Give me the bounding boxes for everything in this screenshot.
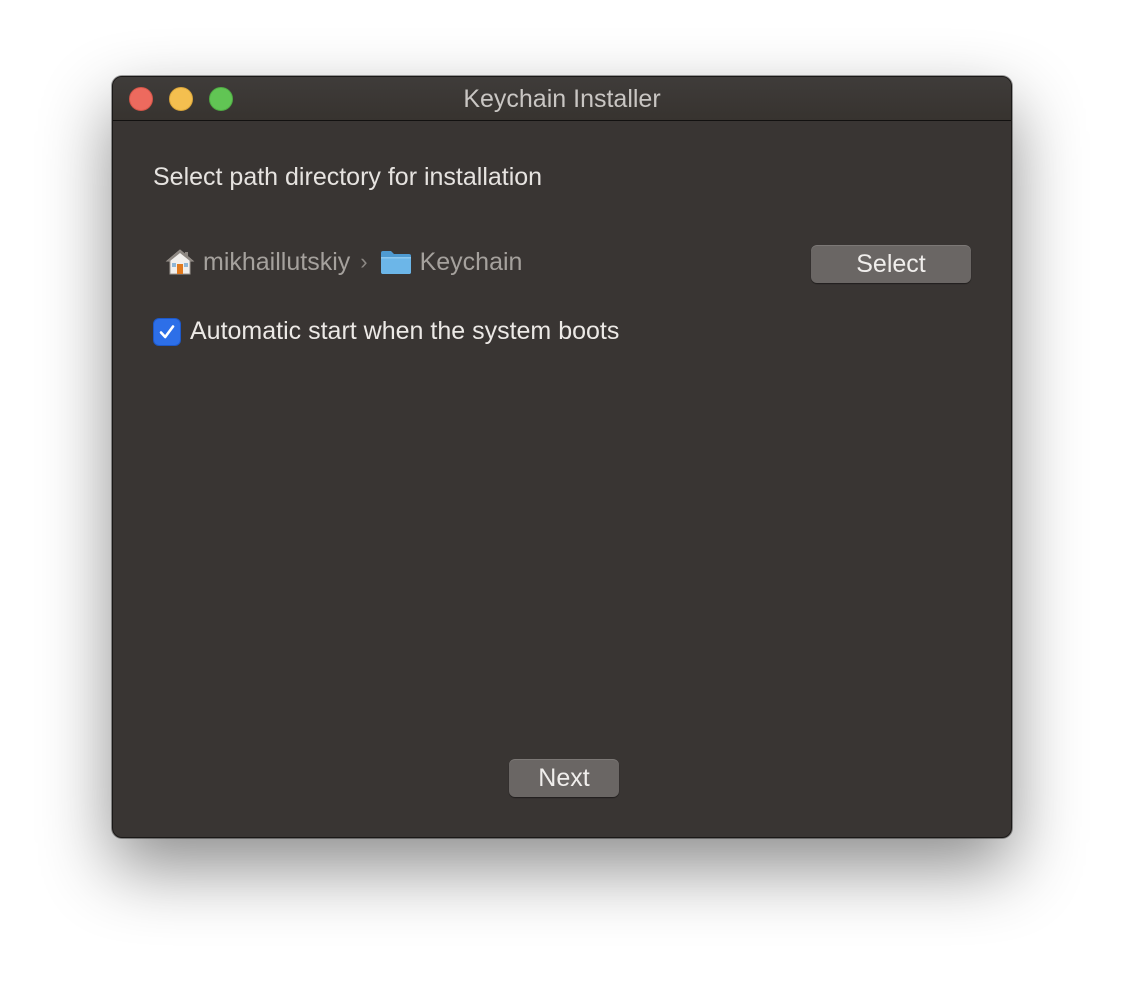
- installer-window: Keychain Installer Select path directory…: [112, 76, 1012, 838]
- install-path-heading: Select path directory for installation: [153, 163, 543, 191]
- path-segment-home[interactable]: mikhaillutskiy: [203, 248, 350, 277]
- select-button[interactable]: Select: [811, 245, 971, 283]
- path-control[interactable]: mikhaillutskiy › Keychain: [165, 245, 522, 279]
- autostart-checkbox[interactable]: [153, 317, 181, 346]
- path-segment-keychain[interactable]: Keychain: [420, 248, 523, 277]
- home-icon: [165, 247, 195, 277]
- autostart-label[interactable]: Automatic start when the system boots: [190, 317, 619, 346]
- folder-icon: [380, 249, 412, 275]
- checkmark-icon: [159, 324, 175, 338]
- next-button[interactable]: Next: [509, 759, 619, 797]
- title-bar[interactable]: Keychain Installer: [113, 77, 1011, 121]
- window-title: Keychain Installer: [463, 85, 661, 113]
- autostart-option[interactable]: Automatic start when the system boots: [153, 317, 619, 346]
- chevron-right-icon: ›: [360, 249, 368, 274]
